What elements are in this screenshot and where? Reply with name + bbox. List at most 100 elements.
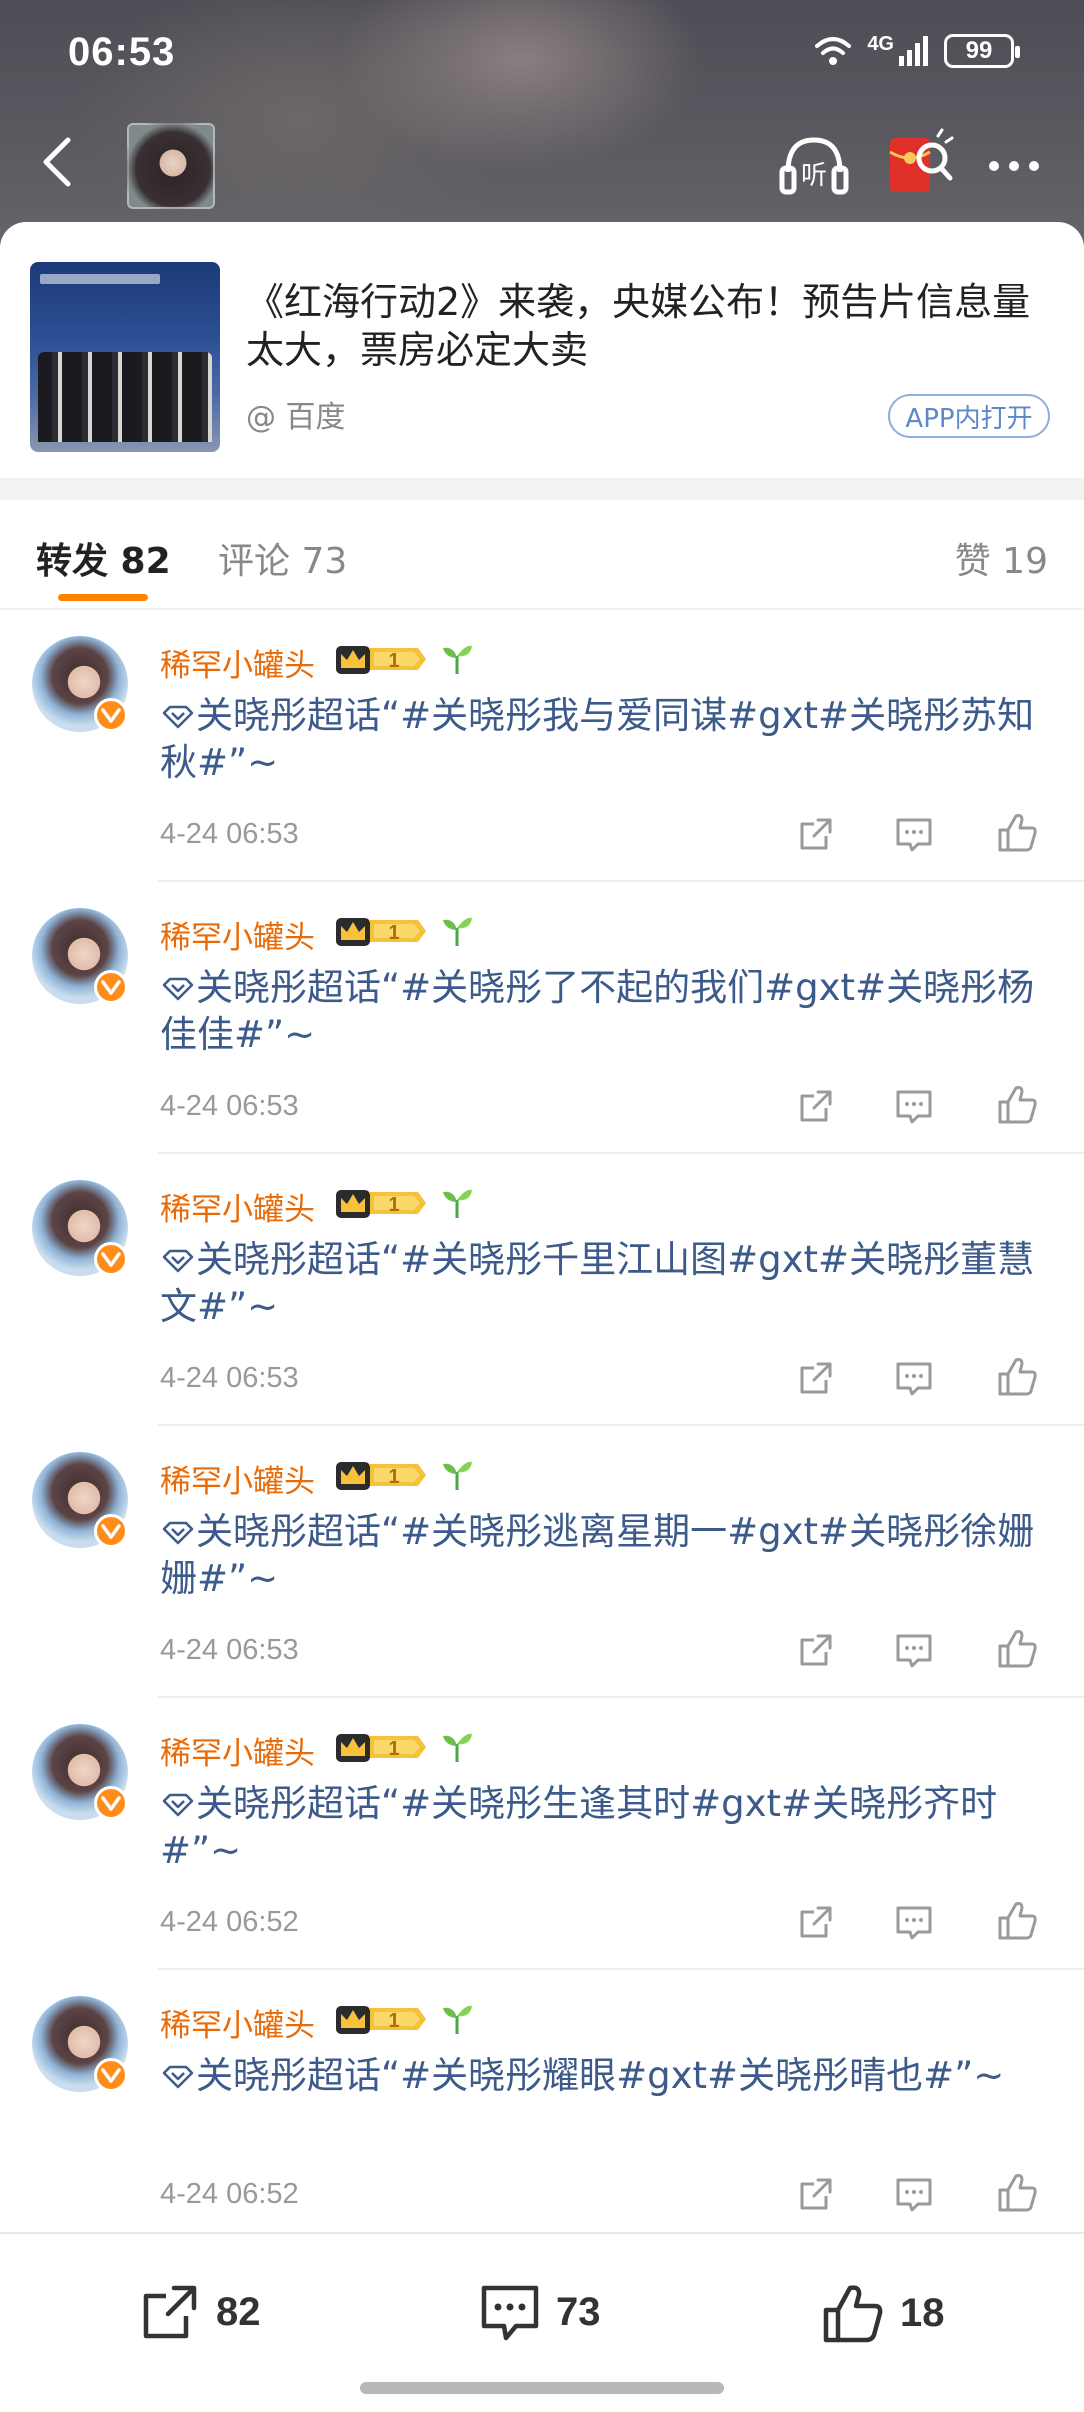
- vip-crown-badge-icon: 1: [336, 1190, 426, 1218]
- share-icon[interactable]: [796, 2174, 836, 2214]
- repost-item[interactable]: 稀罕小罐头 1 关晓彤超话“#关晓彤逃离星期一#gxt#关晓彤徐姗姗#”~ 4-…: [0, 1426, 1084, 1698]
- share-icon[interactable]: [796, 1086, 836, 1126]
- share-icon[interactable]: [796, 1358, 836, 1398]
- thumbs-up-icon[interactable]: [996, 1898, 1038, 1942]
- comment-count: 73: [556, 2289, 601, 2334]
- share-icon[interactable]: [796, 1630, 836, 1670]
- share-icon: [143, 2285, 197, 2339]
- super-topic-diamond-icon: [162, 705, 194, 729]
- verified-badge-icon: [94, 1514, 128, 1548]
- verified-badge-icon: [94, 1242, 128, 1276]
- bottom-like-button[interactable]: 18: [820, 2280, 945, 2346]
- share-icon[interactable]: [796, 1902, 836, 1942]
- svg-text:1: 1: [388, 650, 399, 672]
- thumbs-up-icon[interactable]: [996, 2170, 1038, 2214]
- comment-icon[interactable]: [894, 1086, 934, 1126]
- signal-icon: [899, 36, 928, 66]
- repost-text[interactable]: 关晓彤超话“#关晓彤我与爱同谋#gxt#关晓彤苏知秋#”~: [160, 692, 1050, 786]
- timestamp: 4-24 06:53: [160, 818, 299, 850]
- vip-crown-badge-icon: 1: [336, 1462, 426, 1490]
- red-envelope-icon[interactable]: [884, 128, 954, 200]
- super-topic-diamond-icon: [162, 2065, 194, 2089]
- username[interactable]: 稀罕小罐头: [160, 2000, 315, 2045]
- username[interactable]: 稀罕小罐头: [160, 1728, 315, 1773]
- comment-icon[interactable]: [894, 1630, 934, 1670]
- repost-item[interactable]: 稀罕小罐头 1 关晓彤超话“#关晓彤千里江山图#gxt#关晓彤董慧文#”~ 4-…: [0, 1154, 1084, 1426]
- timestamp: 4-24 06:53: [160, 1362, 299, 1394]
- article-card[interactable]: 《红海行动2》来袭，央媒公布！预告片信息量太大，票房必定大卖 @ 百度 APP内…: [0, 222, 1084, 478]
- comment-icon: [481, 2285, 539, 2341]
- thumbs-up-icon[interactable]: [996, 1082, 1038, 1126]
- timestamp: 4-24 06:52: [160, 1906, 299, 1938]
- verified-badge-icon: [94, 698, 128, 732]
- svg-text:1: 1: [388, 922, 399, 944]
- repost-text-content: 关晓彤超话“#关晓彤生逢其时#gxt#关晓彤齐时#”~: [160, 1782, 998, 1872]
- author-avatar[interactable]: [127, 123, 215, 209]
- thumbs-up-icon[interactable]: [996, 1626, 1038, 1670]
- open-in-app-button[interactable]: APP内打开: [888, 394, 1050, 438]
- repost-text-content: 关晓彤超话“#关晓彤我与爱同谋#gxt#关晓彤苏知秋#”~: [160, 694, 1035, 784]
- comment-icon[interactable]: [894, 2174, 934, 2214]
- repost-text-content: 关晓彤超话“#关晓彤耀眼#gxt#关晓彤晴也#”~: [196, 2054, 1005, 2097]
- wifi-icon: [815, 37, 852, 65]
- username[interactable]: 稀罕小罐头: [160, 912, 315, 957]
- timestamp: 4-24 06:53: [160, 1090, 299, 1122]
- svg-text:1: 1: [388, 1738, 399, 1760]
- tab-comment[interactable]: 评论 73: [218, 532, 347, 584]
- active-tab-indicator: [58, 594, 148, 601]
- verified-badge-icon: [94, 1786, 128, 1820]
- network-type: 4G: [867, 32, 894, 55]
- tab-repost[interactable]: 转发 82: [36, 532, 171, 584]
- repost-item[interactable]: 稀罕小罐头 1 关晓彤超话“#关晓彤我与爱同谋#gxt#关晓彤苏知秋#”~ 4-…: [0, 610, 1084, 882]
- chevron-left-icon[interactable]: [30, 132, 90, 192]
- home-indicator[interactable]: [360, 2382, 724, 2394]
- comment-icon[interactable]: [894, 1902, 934, 1942]
- sprout-icon: [443, 917, 472, 946]
- repost-text[interactable]: 关晓彤超话“#关晓彤生逢其时#gxt#关晓彤齐时#”~: [160, 1780, 1050, 1874]
- repost-text[interactable]: 关晓彤超话“#关晓彤了不起的我们#gxt#关晓彤杨佳佳#”~: [160, 964, 1050, 1058]
- super-topic-diamond-icon: [162, 977, 194, 1001]
- vip-crown-badge-icon: 1: [336, 1734, 426, 1762]
- more-dots-icon[interactable]: [984, 136, 1044, 196]
- thumbs-up-icon[interactable]: [996, 1354, 1038, 1398]
- svg-text:1: 1: [388, 1466, 399, 1488]
- comment-icon[interactable]: [894, 1358, 934, 1398]
- timestamp: 4-24 06:53: [160, 1634, 299, 1666]
- repost-text[interactable]: 关晓彤超话“#关晓彤逃离星期一#gxt#关晓彤徐姗姗#”~: [160, 1508, 1050, 1602]
- bottom-share-button[interactable]: 82: [138, 2280, 261, 2344]
- repost-list: 稀罕小罐头 1 关晓彤超话“#关晓彤我与爱同谋#gxt#关晓彤苏知秋#”~ 4-…: [0, 610, 1084, 2232]
- vip-crown-badge-icon: 1: [336, 646, 426, 674]
- vip-crown-badge-icon: 1: [336, 2006, 426, 2034]
- article-source: @ 百度: [246, 400, 346, 435]
- repost-item[interactable]: 稀罕小罐头 1 关晓彤超话“#关晓彤了不起的我们#gxt#关晓彤杨佳佳#”~ 4…: [0, 882, 1084, 1154]
- repost-text-content: 关晓彤超话“#关晓彤逃离星期一#gxt#关晓彤徐姗姗#”~: [160, 1510, 1035, 1600]
- repost-text[interactable]: 关晓彤超话“#关晓彤耀眼#gxt#关晓彤晴也#”~: [160, 2052, 1050, 2099]
- svg-text:1: 1: [388, 2010, 399, 2032]
- thumbs-up-icon[interactable]: [996, 810, 1038, 854]
- sprout-icon: [443, 1189, 472, 1218]
- article-title[interactable]: 《红海行动2》来袭，央媒公布！预告片信息量太大，票房必定大卖: [246, 278, 1056, 374]
- bottom-comment-button[interactable]: 73: [478, 2280, 601, 2344]
- super-topic-diamond-icon: [162, 1521, 194, 1545]
- thumbs-up-icon: [823, 2285, 883, 2343]
- username[interactable]: 稀罕小罐头: [160, 1184, 315, 1229]
- repost-item[interactable]: 稀罕小罐头 1 关晓彤超话“#关晓彤生逢其时#gxt#关晓彤齐时#”~ 4-24…: [0, 1698, 1084, 1970]
- sprout-icon: [443, 1461, 472, 1490]
- tab-like[interactable]: 赞 19: [955, 532, 1048, 584]
- repost-item[interactable]: 稀罕小罐头 1 关晓彤超话“#关晓彤耀眼#gxt#关晓彤晴也#”~ 4-24 0…: [0, 1970, 1084, 2232]
- share-icon[interactable]: [796, 814, 836, 854]
- tab-bar: 转发 82 评论 73 赞 19: [0, 500, 1084, 608]
- super-topic-diamond-icon: [162, 1249, 194, 1273]
- repost-text[interactable]: 关晓彤超话“#关晓彤千里江山图#gxt#关晓彤董慧文#”~: [160, 1236, 1050, 1330]
- listen-icon[interactable]: 听: [778, 130, 850, 200]
- sprout-icon: [443, 1733, 472, 1762]
- username[interactable]: 稀罕小罐头: [160, 640, 315, 685]
- comment-icon[interactable]: [894, 814, 934, 854]
- verified-badge-icon: [94, 2058, 128, 2092]
- svg-text:1: 1: [388, 1194, 399, 1216]
- nav-bar: 听: [0, 110, 1084, 220]
- verified-badge-icon: [94, 970, 128, 1004]
- sprout-icon: [443, 2005, 472, 2034]
- username[interactable]: 稀罕小罐头: [160, 1456, 315, 1501]
- sprout-icon: [443, 645, 472, 674]
